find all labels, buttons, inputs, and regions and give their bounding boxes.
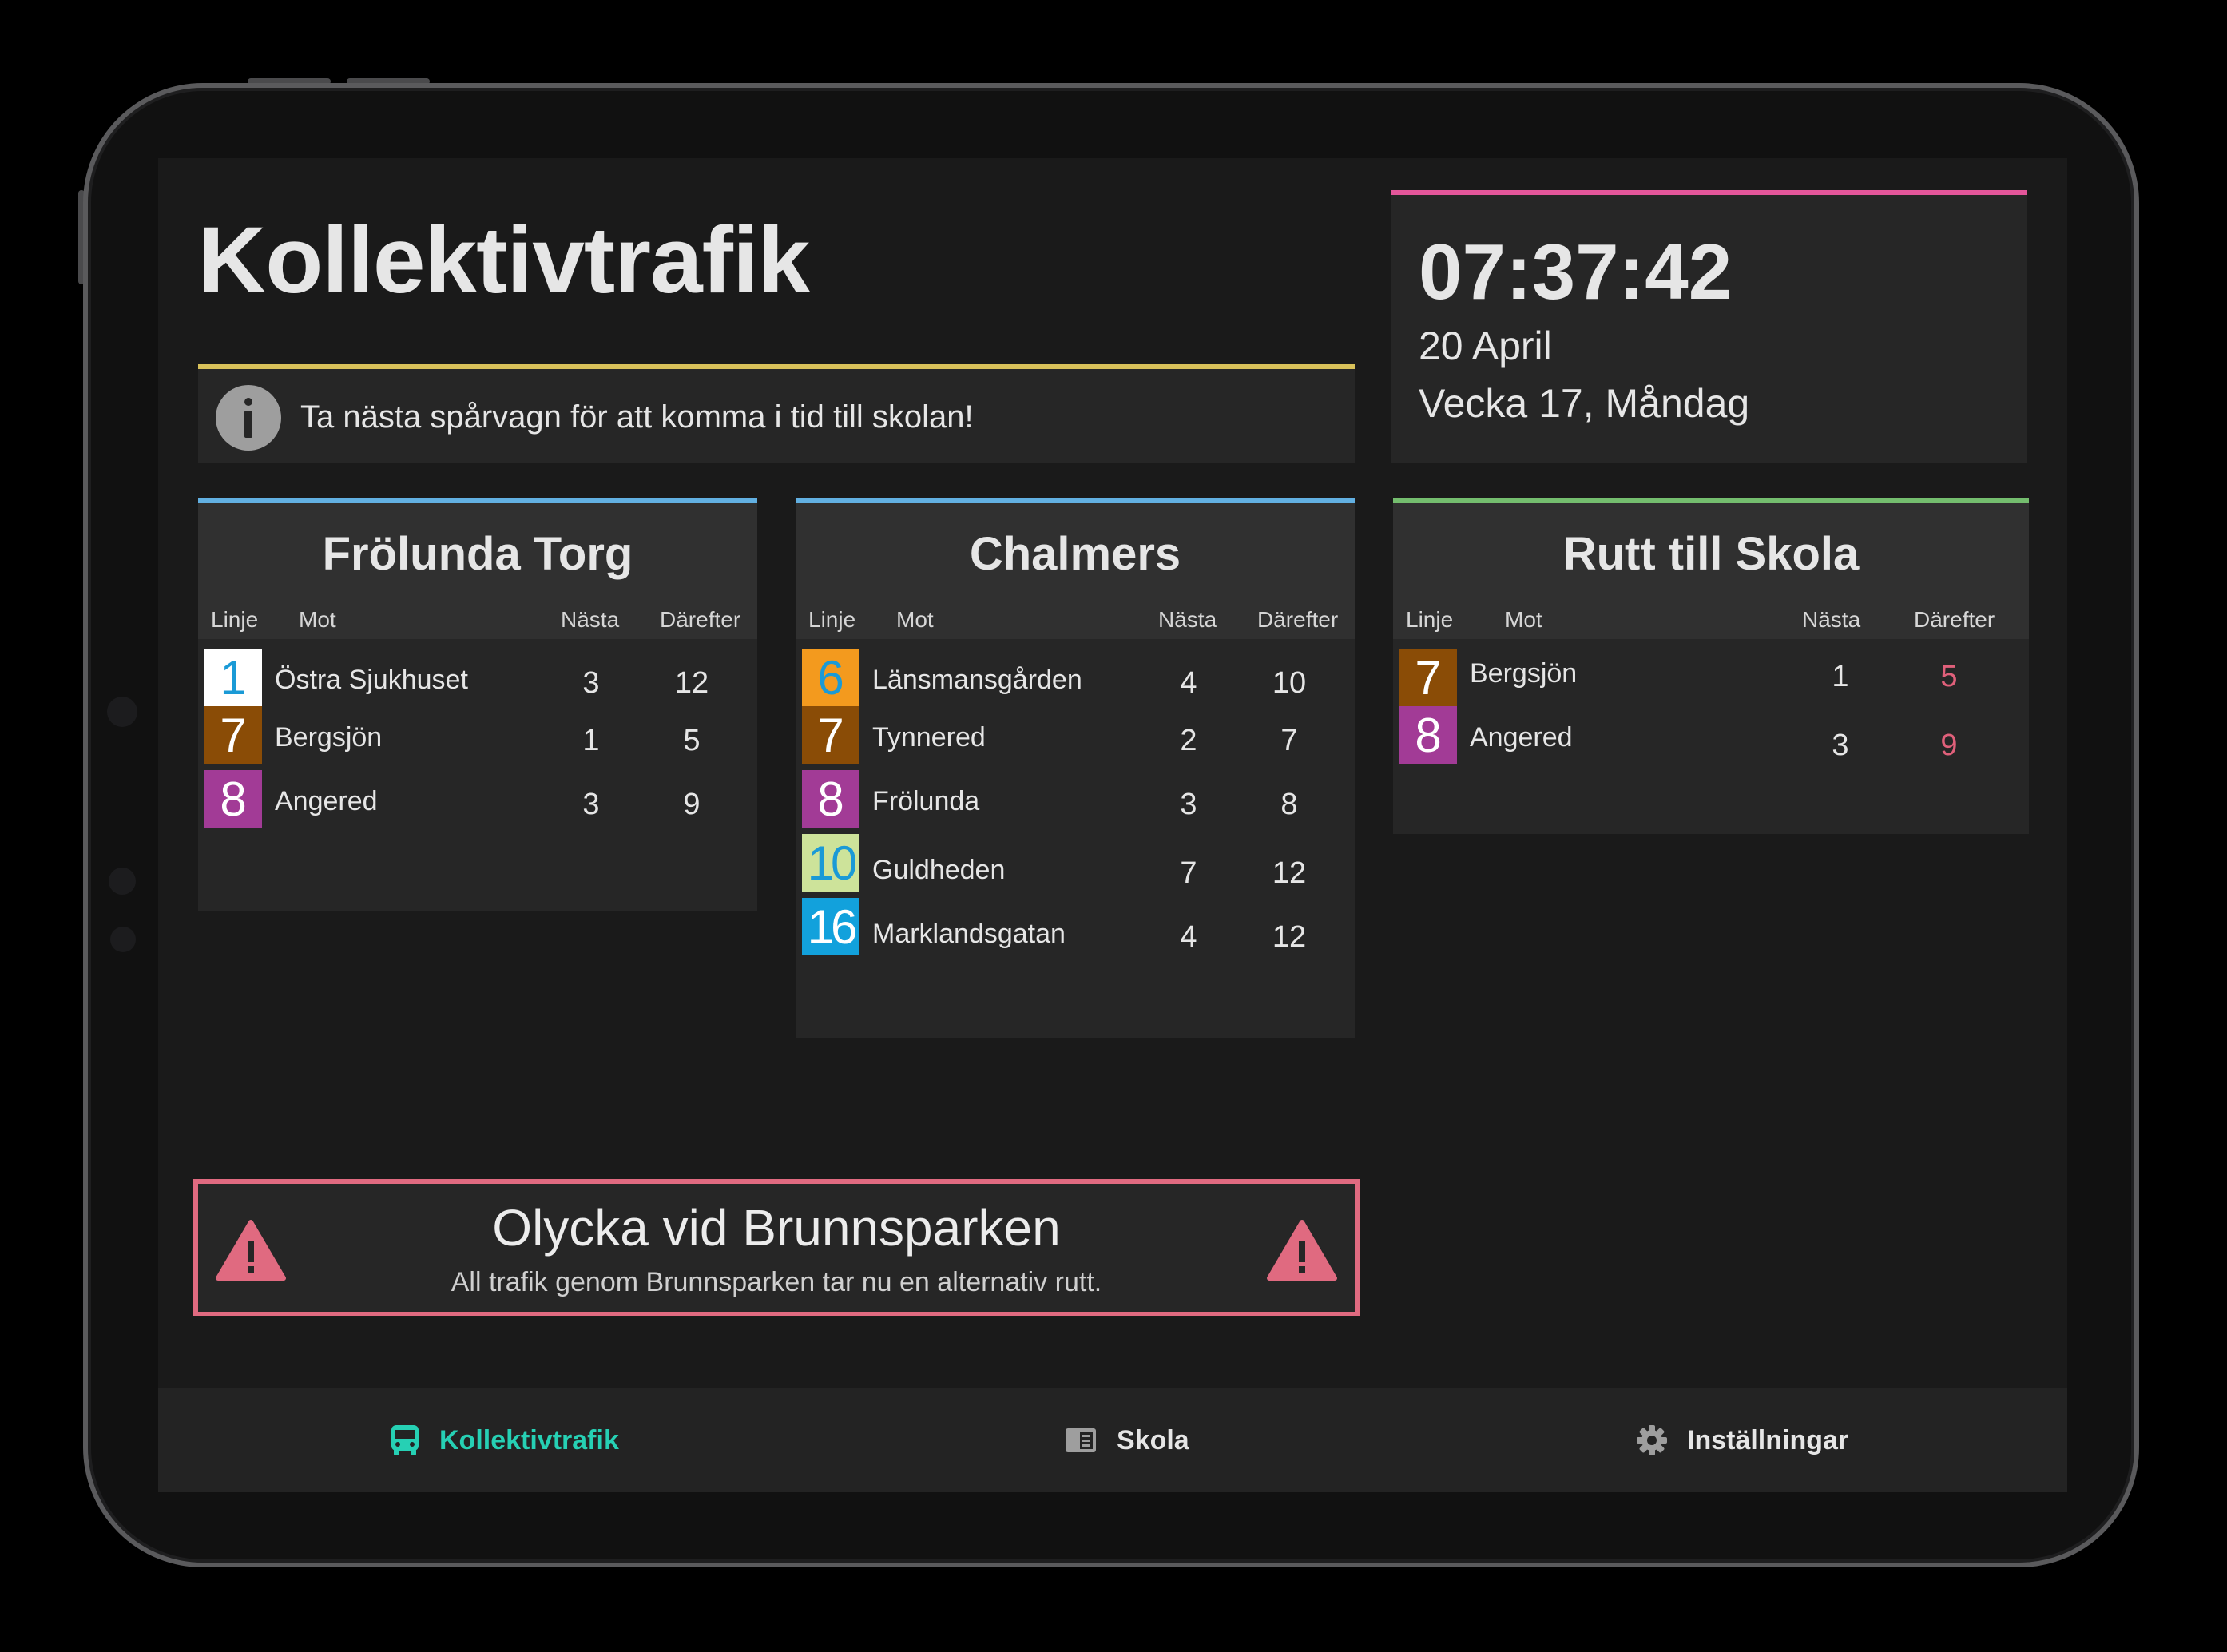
stop-header: Frölunda Torg Linje Mot Nästa Därefter <box>198 503 757 639</box>
departure-row: 7 Bergsjön 1 5 <box>1393 649 2029 708</box>
col-next: Nästa <box>1802 607 1861 632</box>
line-badge: 16 <box>802 898 859 955</box>
next-departure: 4 <box>1180 920 1197 954</box>
next-departure: 3 <box>1180 788 1197 821</box>
departure-row: 10 Guldheden 7 12 <box>796 834 1355 893</box>
col-line: Linje <box>808 607 856 632</box>
warning-icon <box>1267 1220 1337 1281</box>
later-departure: 8 <box>1280 788 1298 821</box>
next-departure: 2 <box>1180 724 1197 757</box>
later-departure: 12 <box>1272 920 1307 954</box>
stop-header: Rutt till Skola Linje Mot Nästa Därefter <box>1393 503 2029 639</box>
line-badge: 8 <box>1399 706 1457 764</box>
notice-text: Ta nästa spårvagn för att komma i tid ti… <box>300 399 974 435</box>
route-card-school: Rutt till Skola Linje Mot Nästa Därefter… <box>1393 498 2029 834</box>
destination: Länsmansgården <box>872 665 1082 695</box>
info-icon <box>216 385 281 451</box>
sensor <box>109 868 136 895</box>
line-badge: 7 <box>204 706 262 764</box>
next-departure: 1 <box>1832 660 1849 693</box>
line-badge: 7 <box>1399 649 1457 706</box>
col-dest: Mot <box>299 607 336 632</box>
destination: Marklandsgatan <box>872 919 1066 949</box>
clock-card: 07:37:42 20 April Vecka 17, Måndag <box>1391 190 2027 463</box>
stop-name: Rutt till Skola <box>1562 528 1860 580</box>
departure-row: 8 Frölunda 3 8 <box>796 770 1355 829</box>
destination: Angered <box>275 786 378 816</box>
departure-row: 7 Bergsjön 1 5 <box>198 706 757 765</box>
later-departure: 10 <box>1272 666 1307 700</box>
sensor-2 <box>110 927 136 952</box>
next-departure: 1 <box>582 724 600 757</box>
departure-row: 8 Angered 3 9 <box>198 770 757 829</box>
page-title: Kollektivtrafik <box>198 208 810 313</box>
clock-date: 20 April <box>1419 324 1552 368</box>
line-badge: 8 <box>802 770 859 828</box>
later-departure: 5 <box>683 724 701 757</box>
line-badge: 1 <box>204 649 262 706</box>
destination: Bergsjön <box>275 722 383 753</box>
col-next: Nästa <box>1158 607 1217 632</box>
stop-name: Frölunda Torg <box>322 528 633 580</box>
stop-name: Chalmers <box>969 528 1181 580</box>
camera <box>107 697 137 727</box>
nav-label: Inställningar <box>1687 1424 1849 1455</box>
alert-banner: Olycka vid Brunnsparken All trafik genom… <box>193 1179 1360 1316</box>
alert-subtitle: All trafik genom Brunnsparken tar nu en … <box>451 1267 1102 1297</box>
line-badge: 7 <box>802 706 859 764</box>
later-departure: 9 <box>1940 729 1958 762</box>
nav-installningar[interactable]: Inställningar <box>1636 1388 1848 1492</box>
alert-title: Olycka vid Brunnsparken <box>492 1199 1061 1257</box>
destination: Angered <box>1470 722 1573 753</box>
col-after: Därefter <box>660 607 741 632</box>
line-badge: 6 <box>802 649 859 706</box>
destination: Tynnered <box>872 722 986 753</box>
line-badge: 10 <box>802 834 859 892</box>
departure-row: 1 Östra Sjukhuset 3 12 <box>198 649 757 708</box>
stop-card-frolunda-torg: Frölunda Torg Linje Mot Nästa Därefter 1… <box>198 498 757 911</box>
departure-row: 6 Länsmansgården 4 10 <box>796 649 1355 708</box>
col-line: Linje <box>211 607 259 632</box>
col-next: Nästa <box>561 607 620 632</box>
nav-kollektivtrafik[interactable]: Kollektivtrafik <box>390 1388 619 1492</box>
next-departure: 7 <box>1180 856 1197 890</box>
col-dest: Mot <box>1505 607 1542 632</box>
departure-row: 8 Angered 3 9 <box>1393 706 2029 765</box>
next-departure: 3 <box>582 788 600 821</box>
col-dest: Mot <box>896 607 934 632</box>
notice-card: Ta nästa spårvagn för att komma i tid ti… <box>198 364 1355 463</box>
later-departure: 7 <box>1280 724 1298 757</box>
book-icon <box>1066 1428 1096 1452</box>
destination: Östra Sjukhuset <box>275 665 468 695</box>
col-line: Linje <box>1406 607 1454 632</box>
later-departure: 12 <box>674 666 709 700</box>
next-departure: 4 <box>1180 666 1197 700</box>
clock-time: 07:37:42 <box>1419 228 1733 316</box>
clock-week: Vecka 17, Måndag <box>1419 381 1750 426</box>
destination: Guldheden <box>872 855 1006 885</box>
next-departure: 3 <box>582 666 600 700</box>
bottom-navigation: Kollektivtrafik Skola Inställningar <box>158 1388 2067 1492</box>
later-departure: 9 <box>683 788 701 821</box>
stop-card-chalmers: Chalmers Linje Mot Nästa Därefter 6 Läns… <box>796 498 1355 1038</box>
screen: Kollektivtrafik Ta nästa spårvagn för at… <box>158 158 2067 1492</box>
nav-skola[interactable]: Skola <box>1064 1388 1189 1492</box>
nav-label: Skola <box>1117 1424 1189 1455</box>
gear-icon <box>1637 1425 1667 1455</box>
departure-row: 7 Tynnered 2 7 <box>796 706 1355 765</box>
later-departure: 12 <box>1272 856 1307 890</box>
bus-icon <box>391 1425 419 1455</box>
destination: Frölunda <box>872 786 980 816</box>
next-departure: 3 <box>1832 729 1849 762</box>
line-badge: 8 <box>204 770 262 828</box>
col-after: Därefter <box>1914 607 1995 632</box>
departure-row: 16 Marklandsgatan 4 12 <box>796 898 1355 957</box>
col-after: Därefter <box>1257 607 1339 632</box>
stop-header: Chalmers Linje Mot Nästa Därefter <box>796 503 1355 639</box>
later-departure: 5 <box>1940 660 1958 693</box>
destination: Bergsjön <box>1470 658 1578 689</box>
nav-label: Kollektivtrafik <box>439 1424 619 1455</box>
